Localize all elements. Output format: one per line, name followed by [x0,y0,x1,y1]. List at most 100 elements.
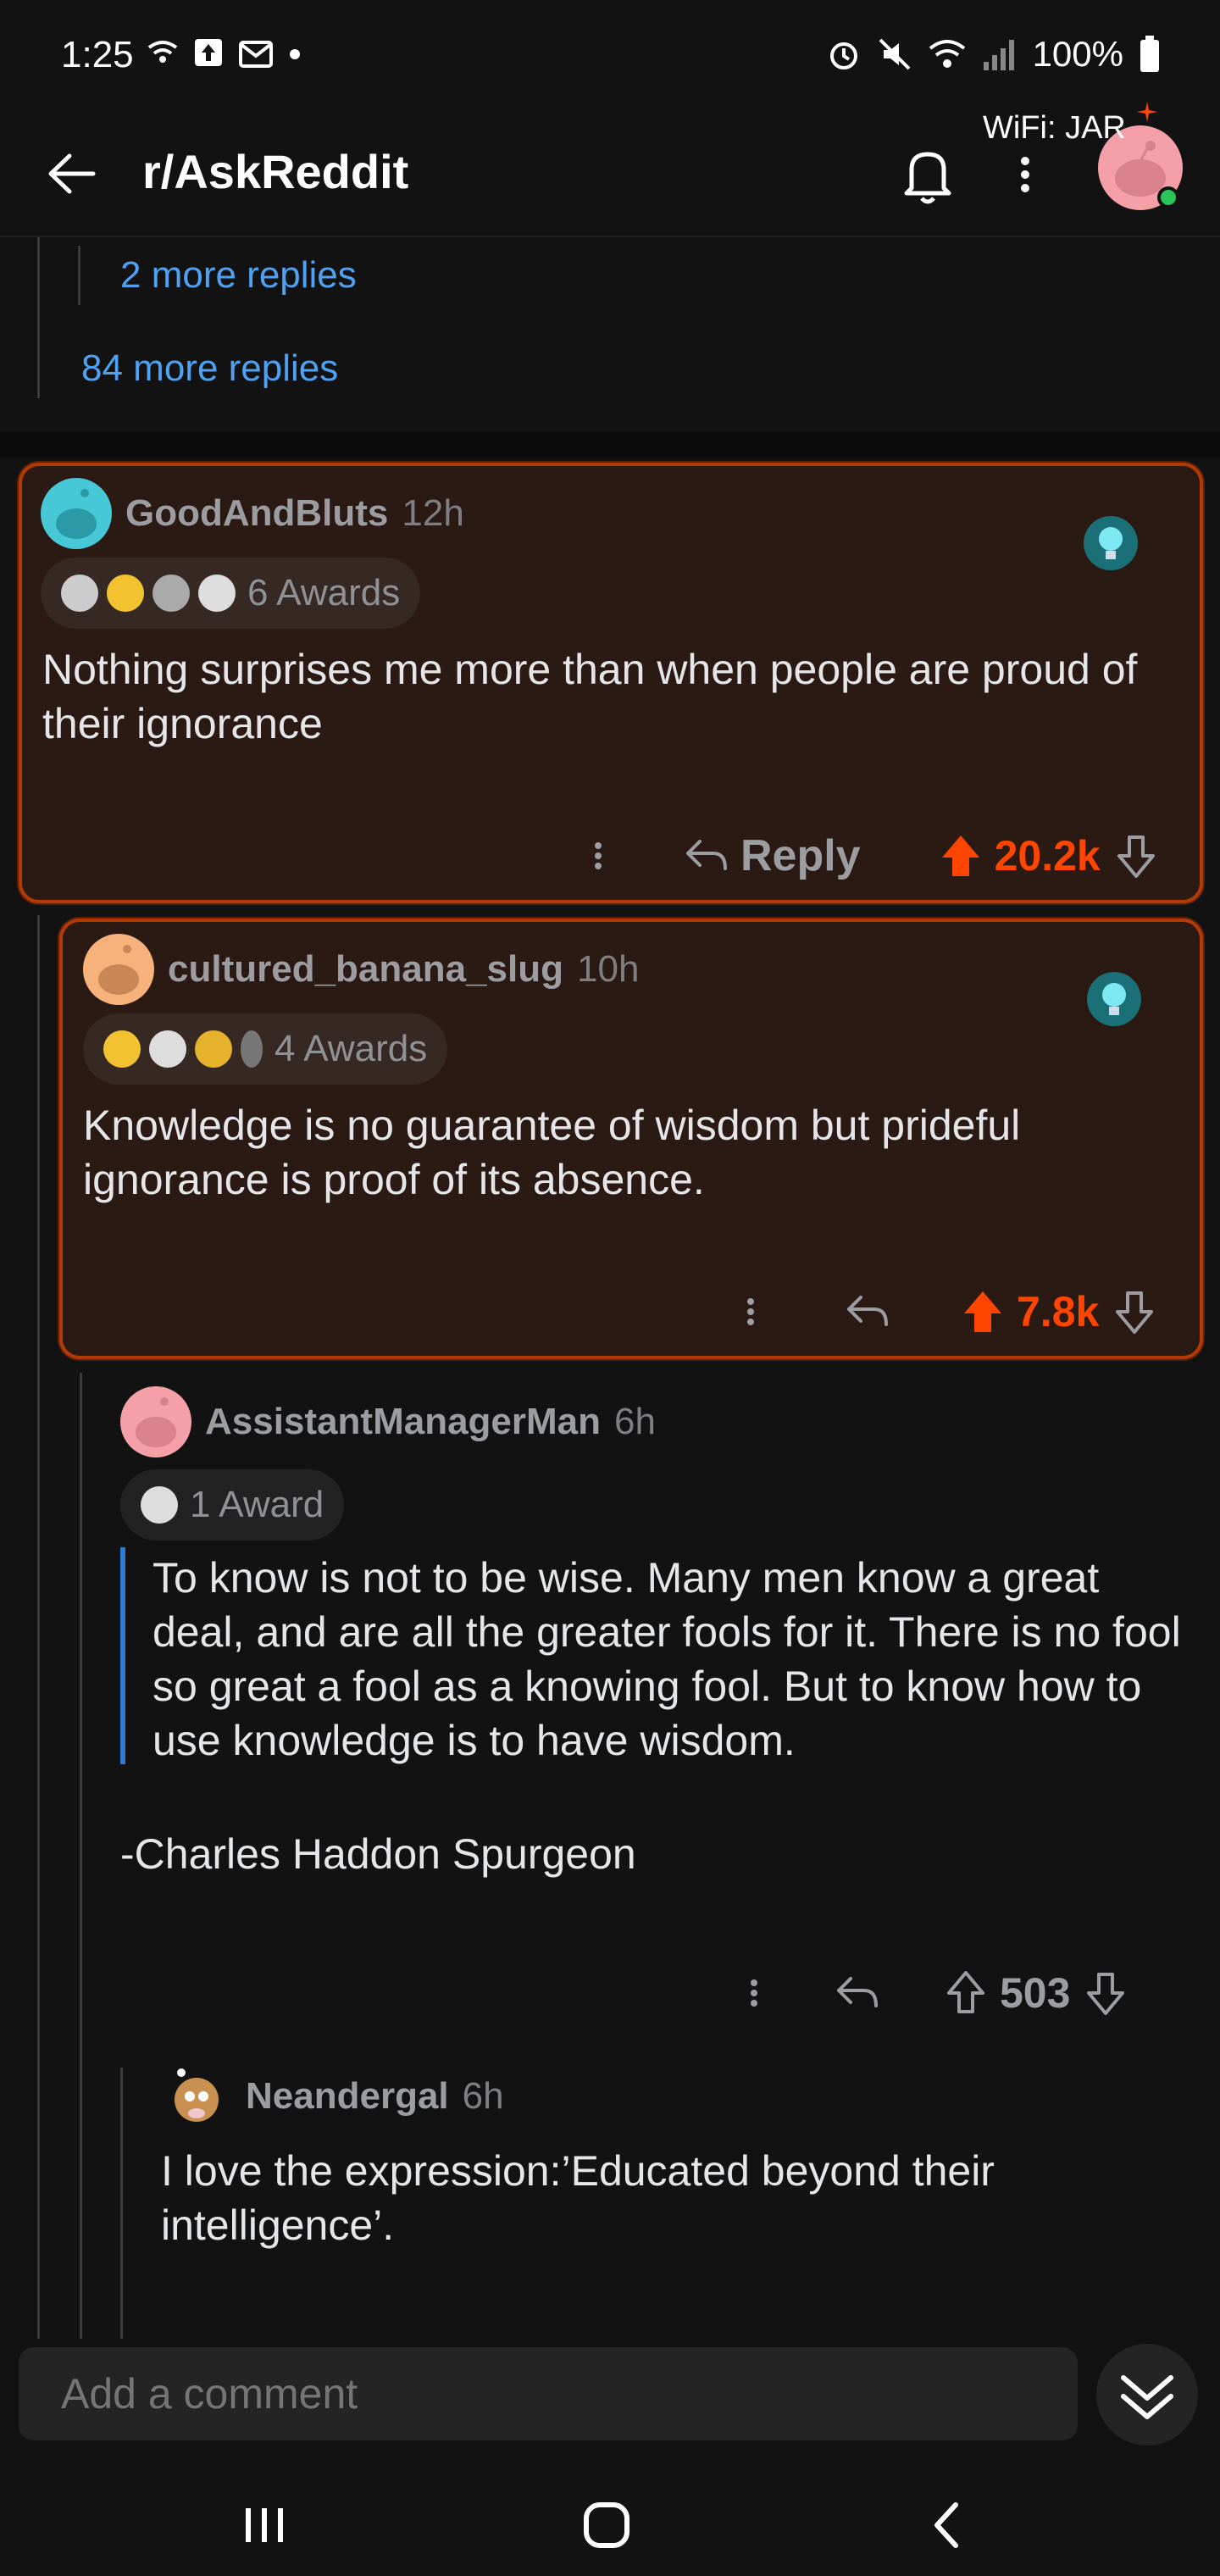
recent-apps-icon[interactable] [230,2491,298,2559]
gold-award-icon [103,1030,141,1068]
comment-body: I love the expression:’Educated beyond t… [161,2147,995,2249]
face-award-icon [149,1030,186,1068]
silver-award-icon [61,575,98,612]
section-separator [0,432,1220,458]
comment-username[interactable]: GoodAndBluts [125,492,388,535]
more-options-icon[interactable] [737,1968,771,2018]
awards-pill[interactable]: 1 Award [120,1469,345,1541]
lightbulb-award-icon [1087,972,1141,1026]
system-back-icon[interactable] [913,2491,981,2559]
avatar[interactable] [161,2061,232,2132]
mute-icon [879,38,910,70]
mail-icon [239,41,273,68]
battery-percent: 100% [1032,34,1123,74]
awards-count: 1 Award [190,1484,324,1525]
upvote-icon[interactable] [942,1969,990,2017]
upvote-icon[interactable] [937,832,984,880]
comment-actions: 503 [737,1968,1129,2018]
comment-time: 12h [402,492,464,534]
thread-line [37,237,40,398]
vote-score: 503 [1000,1969,1071,2017]
comment-username[interactable]: cultured_banana_slug [168,948,563,991]
vote-control: 503 [942,1968,1129,2018]
status-bar: 1:25 100% [0,0,1220,110]
quote-bar [120,1547,125,1764]
more-options-icon[interactable] [734,1286,768,1337]
gold-award-icon [107,575,144,612]
downvote-icon[interactable] [1112,832,1160,880]
wifi-overlay-label: WiFi: JAR [983,110,1126,146]
add-comment-bar[interactable] [19,2347,1078,2440]
sparkle-icon [1137,102,1157,122]
avatar[interactable] [41,478,112,549]
status-time: 1:25 [61,34,134,75]
comment-body: Knowledge is no guarantee of wisdom but … [83,1102,1021,1203]
face-award-icon [141,1486,178,1524]
vote-score: 7.8k [1017,1288,1100,1335]
comment-username[interactable]: Neandergal [246,2075,449,2118]
add-comment-input[interactable] [61,2369,993,2418]
thread-line [78,246,80,305]
avatar[interactable] [83,934,154,1005]
home-icon[interactable] [573,2491,640,2559]
awards-pill[interactable]: 4 Awards [83,1013,448,1085]
handshake-award-icon [152,575,190,612]
quoted-text: To know is not to be wise. Many men know… [152,1554,1181,1764]
more-options-icon[interactable] [1008,141,1042,208]
subreddit-title[interactable]: r/AskReddit [142,144,408,199]
awards-count: 4 Awards [274,1028,428,1069]
upload-icon [195,39,222,66]
lightbulb-award-icon [1084,516,1138,570]
vote-control: 7.8k [959,1287,1158,1336]
snoo-avatar-icon [56,489,97,539]
helmet-award-icon [195,1030,232,1068]
comment-actions: 7.8k [734,1286,1158,1337]
wifi-calling-icon [147,41,178,63]
comment-time: 10h [577,948,640,990]
alarm-icon [829,42,857,69]
comment-header: cultured_banana_slug 10h [83,934,639,1005]
more-replies-nested-link[interactable]: 2 more replies [120,254,357,297]
downvote-icon[interactable] [1082,1969,1129,2017]
comment-body: Nothing surprises me more than when peop… [42,646,1138,747]
bulb-award-icon [241,1030,263,1068]
vote-score: 20.2k [994,832,1101,880]
comment-time: 6h [462,2075,504,2117]
dot-icon [290,49,300,59]
face-award-icon [198,575,236,612]
reply-label: Reply [740,831,861,880]
online-status-dot [1157,186,1179,208]
more-replies-link[interactable]: 84 more replies [81,347,338,390]
upvote-icon[interactable] [959,1288,1006,1335]
comment-time: 6h [614,1401,656,1442]
vote-control: 20.2k [937,831,1160,880]
more-options-icon[interactable] [581,830,615,881]
avatar[interactable] [120,1386,191,1457]
wifi-icon [929,40,965,68]
reply-icon[interactable] [834,1972,881,2014]
back-arrow-icon[interactable] [42,144,102,203]
battery-icon [1140,36,1159,72]
highlighted-comment: cultured_banana_slug 10h 4 Awards Knowle… [59,919,1203,1359]
thread-line [120,2068,123,2339]
reply-icon [686,840,727,870]
notification-bell-icon[interactable] [898,141,957,208]
awards-pill[interactable]: 6 Awards [41,558,421,629]
comment-header: GoodAndBluts 12h [41,478,464,549]
reply-button[interactable]: Reply [683,830,861,881]
comment-header: AssistantManagerMan 6h [120,1386,656,1457]
highlighted-comment: GoodAndBluts 12h 6 Awards Nothing surpri… [19,463,1203,903]
system-nav-bar [0,2457,1220,2576]
comment-username[interactable]: AssistantManagerMan [205,1401,601,1443]
double-chevron-down-icon [1121,2375,1173,2419]
awards-count: 6 Awards [247,572,401,613]
quote-attribution: -Charles Haddon Spurgeon [120,1830,636,1878]
reply-icon[interactable] [844,1291,891,1333]
snoo-avatar-icon [136,1397,176,1447]
status-left-icons [146,36,303,69]
comment-header: Neandergal 6h [161,2061,504,2132]
downvote-icon[interactable] [1111,1288,1158,1335]
status-right-icons: 100% [826,34,1161,75]
next-comment-button[interactable] [1096,2344,1198,2446]
character-avatar-icon [175,2068,219,2122]
